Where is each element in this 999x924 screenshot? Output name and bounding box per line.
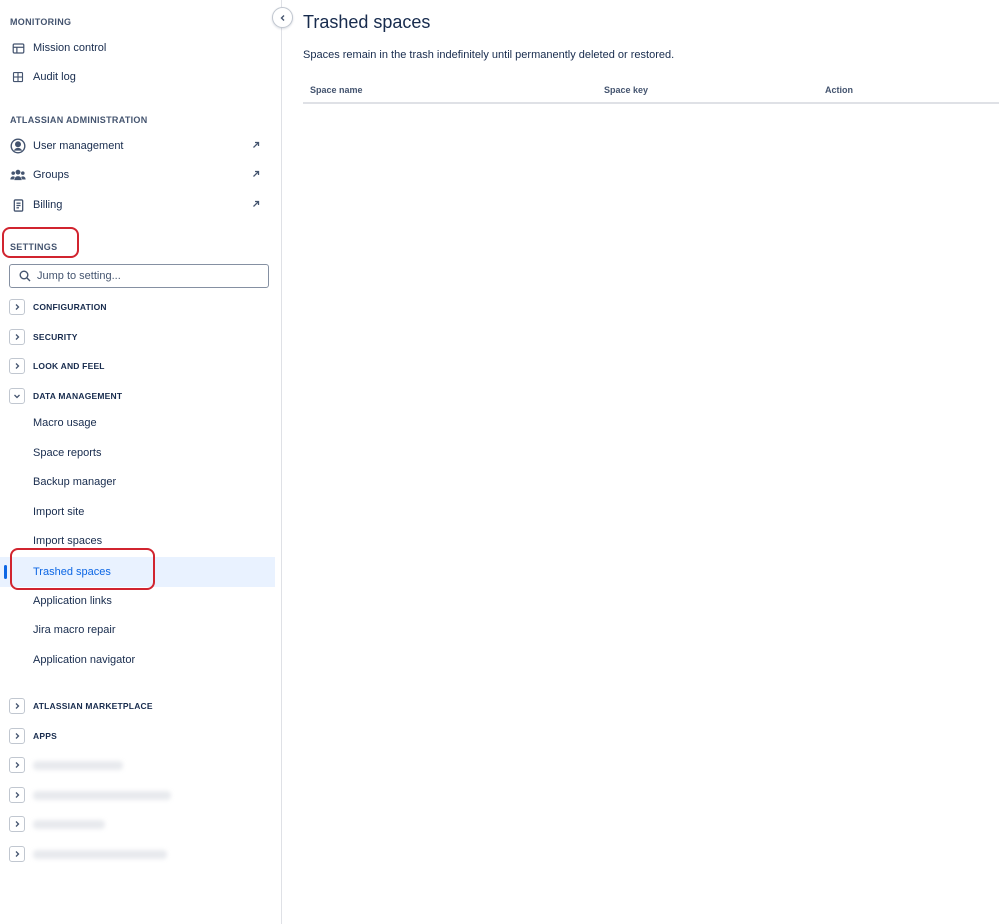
group-apps[interactable]: APPS [9,727,57,745]
sidebar-item-trashed-spaces[interactable]: Trashed spaces [0,557,275,587]
chevron-down-icon[interactable] [9,388,25,404]
atlassian-administration-heading: ATLASSIAN ADMINISTRATION [10,115,148,125]
group-label: DATA MANAGEMENT [33,391,123,401]
redacted-label [33,790,171,800]
group-data-management[interactable]: DATA MANAGEMENT [9,387,122,405]
person-circle-icon [10,138,26,154]
group-label: ATLASSIAN MARKETPLACE [33,701,153,711]
group-security[interactable]: SECURITY [9,328,78,346]
sidebar-item-import-site[interactable]: Import site [0,497,275,527]
group-label: LOOK AND FEEL [33,361,105,371]
receipt-icon [10,197,26,213]
sidebar-item-jira-macro-repair[interactable]: Jira macro repair [0,615,275,645]
sidebar-item-space-reports[interactable]: Space reports [0,438,275,468]
chevron-right-icon[interactable] [9,698,25,714]
collapse-sidebar-button[interactable] [272,7,293,28]
sidebar-item-import-spaces[interactable]: Import spaces [0,526,275,556]
trashed-spaces-table-header: Space name Space key Action [303,80,999,104]
main-content: Trashed spaces Spaces remain in the tras… [283,0,999,924]
group-label: SECURITY [33,332,78,342]
column-header-action: Action [825,85,853,95]
external-link-icon [253,170,260,177]
sidebar-item-macro-usage[interactable]: Macro usage [0,408,275,438]
redacted-label [33,819,105,829]
sidebar-item-user-management[interactable]: User management [0,131,275,161]
table-grid-icon [10,69,26,85]
dashboard-icon [10,40,26,56]
chevron-right-icon[interactable] [9,358,25,374]
sidebar-item-application-links[interactable]: Application links [0,586,275,616]
chevron-right-icon[interactable] [9,299,25,315]
sidebar-item-label: Billing [33,199,63,211]
active-indicator [4,565,7,579]
group-redacted[interactable] [9,845,167,863]
page-description: Spaces remain in the trash indefinitely … [303,49,675,61]
chevron-right-icon[interactable] [9,728,25,744]
sidebar-item-label: Groups [33,169,70,181]
sidebar-item-groups[interactable]: Groups [0,160,275,190]
page-title: Trashed spaces [303,12,431,32]
group-redacted[interactable] [9,756,123,774]
redacted-label [33,849,167,859]
chevron-right-icon[interactable] [9,816,25,832]
column-header-space-name[interactable]: Space name [310,85,363,95]
chevron-left-icon [280,14,284,21]
group-atlassian-marketplace[interactable]: ATLASSIAN MARKETPLACE [9,697,153,715]
chevron-right-icon[interactable] [9,329,25,345]
redacted-label [33,760,123,770]
sidebar-item-label: User management [33,140,124,152]
sidebar-item-label: Audit log [33,71,76,83]
chevron-right-icon[interactable] [9,787,25,803]
sidebar-item-label: Mission control [33,42,107,54]
group-configuration[interactable]: CONFIGURATION [9,298,107,316]
external-link-icon [253,141,260,148]
group-look-and-feel[interactable]: LOOK AND FEEL [9,357,105,375]
group-redacted[interactable] [9,786,171,804]
settings-search-input[interactable] [37,270,257,282]
sidebar: MONITORING Mission control Audit log ATL… [0,0,282,924]
chevron-right-icon[interactable] [9,757,25,773]
chevron-right-icon[interactable] [9,846,25,862]
people-group-icon [10,167,26,183]
sidebar-item-audit-log[interactable]: Audit log [0,62,275,92]
column-header-space-key[interactable]: Space key [604,85,648,95]
group-label: CONFIGURATION [33,302,107,312]
group-label: APPS [33,731,57,741]
external-link-icon [253,200,260,207]
search-icon [19,270,31,282]
settings-search-box[interactable] [9,264,269,288]
sidebar-item-billing[interactable]: Billing [0,190,275,220]
group-redacted[interactable] [9,815,105,833]
sidebar-item-application-navigator[interactable]: Application navigator [0,645,275,675]
settings-heading: SETTINGS [10,242,58,252]
monitoring-heading: MONITORING [10,17,72,27]
sidebar-item-mission-control[interactable]: Mission control [0,33,275,63]
sidebar-item-backup-manager[interactable]: Backup manager [0,467,275,497]
